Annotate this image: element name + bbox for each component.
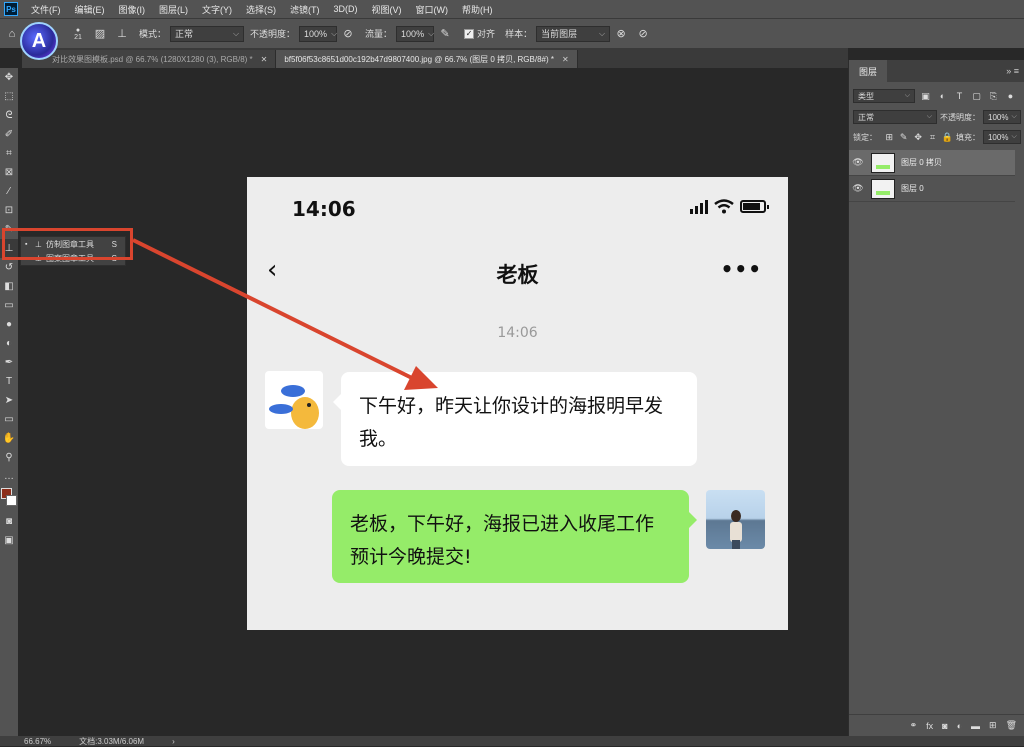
annotation-arrow — [132, 238, 438, 390]
